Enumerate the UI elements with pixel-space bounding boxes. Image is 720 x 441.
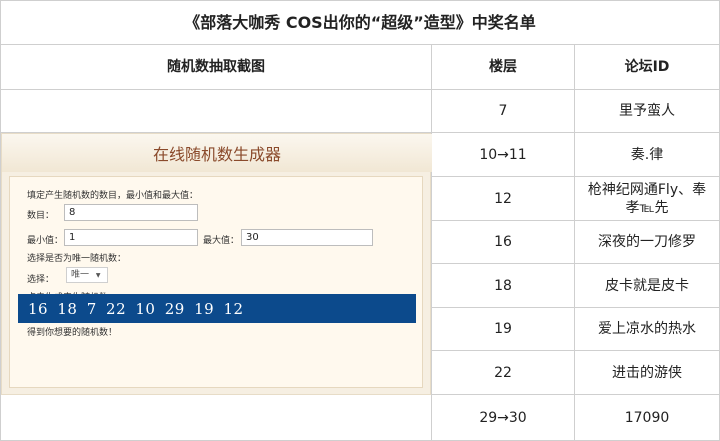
max-label: 最大值： <box>203 236 240 246</box>
forum-id-cell: 奏.律 <box>575 133 720 177</box>
floor-cell: 12 <box>432 177 575 221</box>
unique-prompt: 选择是否为唯一随机数： <box>27 254 127 264</box>
forum-id-cell: 进击的游侠 <box>575 351 720 395</box>
select-label: 选择： <box>27 275 55 285</box>
count-label: 数目： <box>27 211 55 221</box>
dropdown-arrow-icon: ▼ <box>95 272 101 279</box>
unique-select[interactable]: 唯一 ▼ <box>66 267 108 283</box>
forum-id-cell: 爱上凉水的热水 <box>575 308 720 351</box>
min-input[interactable]: 1 <box>64 229 198 246</box>
count-input[interactable]: 8 <box>64 204 198 221</box>
floor-cell: 22 <box>432 351 575 395</box>
header-forum-id: 论坛ID <box>575 45 720 90</box>
forum-id-cell: 深夜的一刀修罗 <box>575 221 720 264</box>
random-generator-screenshot: 在线随机数生成器 ❀❁ 填定产生随机数的数目，最小值和最大值： 数目： 8 最小… <box>1 133 432 395</box>
min-label: 最小值： <box>27 236 64 246</box>
floor-cell: 19 <box>432 308 575 351</box>
floor-cell: 18 <box>432 264 575 308</box>
header-screenshot: 随机数抽取截图 <box>0 45 432 90</box>
header-floor: 楼层 <box>432 45 575 90</box>
floor-cell: 10→11 <box>432 133 575 177</box>
floor-cell: 7 <box>432 90 575 133</box>
result-numbers: 16 18 7 22 10 29 19 12 <box>18 294 416 323</box>
table-title: 《部落大咖秀 COS出你的“超级”造型》中奖名单 <box>0 0 720 45</box>
result-label: 得到你想要的随机数！ <box>27 328 118 338</box>
floor-cell: 29→30 <box>432 395 575 441</box>
forum-id-cell: 皮卡就是皮卡 <box>575 264 720 308</box>
forum-id-cell: 枪神纪网通Fly、奉孝℡先 <box>575 177 720 221</box>
generator-title: 在线随机数生成器 <box>2 134 432 172</box>
unique-select-value: 唯一 <box>71 270 90 280</box>
screenshot-cell-empty-bottom <box>0 395 432 441</box>
forum-id-cell: 里予蛮人 <box>575 90 720 133</box>
forum-id-cell: 17090 <box>575 395 720 441</box>
floor-cell: 16 <box>432 221 575 264</box>
max-input[interactable]: 30 <box>241 229 373 246</box>
screenshot-cell-empty-top <box>0 90 432 133</box>
count-prompt: 填定产生随机数的数目，最小值和最大值： <box>27 191 199 201</box>
